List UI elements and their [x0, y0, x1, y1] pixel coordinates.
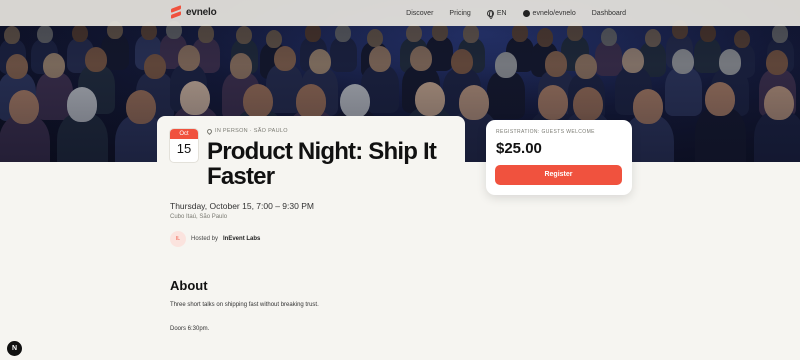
host-name[interactable]: InEvent Labs [223, 236, 260, 242]
host-avatar[interactable]: IL [170, 231, 186, 247]
date-day: 15 [176, 141, 192, 156]
about-paragraph: Doors 6:30pm. [170, 326, 210, 332]
event-title: Product Night: Ship It Faster [207, 138, 437, 190]
event-datetime: Thursday, October 15, 7:00 – 9:30 PM [170, 201, 314, 211]
register-button[interactable]: Register [495, 165, 622, 185]
github-repo-label: evnelo/evnelo [532, 9, 576, 17]
language-switcher[interactable]: EN [486, 9, 507, 19]
ticket-price: $25.00 [496, 140, 542, 157]
logo-icon [171, 5, 181, 19]
nav-pricing[interactable]: Pricing [449, 10, 470, 17]
location-tag-text: IN PERSON · SÃO PAULO [215, 128, 288, 134]
brand-logo[interactable]: evnelo [171, 5, 217, 19]
globe-icon [486, 9, 494, 19]
nav-links: Discover Pricing EN evnelo/evnelo Dashbo… [390, 0, 626, 26]
map-pin-icon [205, 127, 214, 135]
top-navbar: evnelo Discover Pricing EN evnelo/evnelo… [0, 0, 800, 26]
brand-name: evnelo [186, 6, 217, 18]
registration-label: REGISTRATION: GUESTS WELCOME [496, 129, 595, 135]
nav-dashboard[interactable]: Dashboard [592, 10, 626, 17]
nav-discover[interactable]: Discover [406, 10, 433, 17]
registration-card: REGISTRATION: GUESTS WELCOME $25.00 Regi… [486, 120, 632, 195]
github-link[interactable]: evnelo/evnelo [522, 9, 576, 17]
location-tag: IN PERSON · SÃO PAULO [205, 127, 288, 135]
date-badge: Oct 15 [170, 129, 198, 162]
about-paragraph: Three short talks on shipping fast witho… [170, 302, 319, 308]
language-label: EN [496, 9, 507, 17]
host-prefix: Hosted by [191, 236, 219, 242]
event-venue[interactable]: Cubo Itaú, São Paulo [170, 214, 227, 220]
dev-tools-badge[interactable]: N [7, 341, 22, 356]
host-info: IL Hosted by InEvent Labs [170, 231, 260, 247]
github-icon [522, 9, 530, 17]
about-heading: About [170, 278, 208, 293]
date-month: Oct [170, 129, 198, 139]
